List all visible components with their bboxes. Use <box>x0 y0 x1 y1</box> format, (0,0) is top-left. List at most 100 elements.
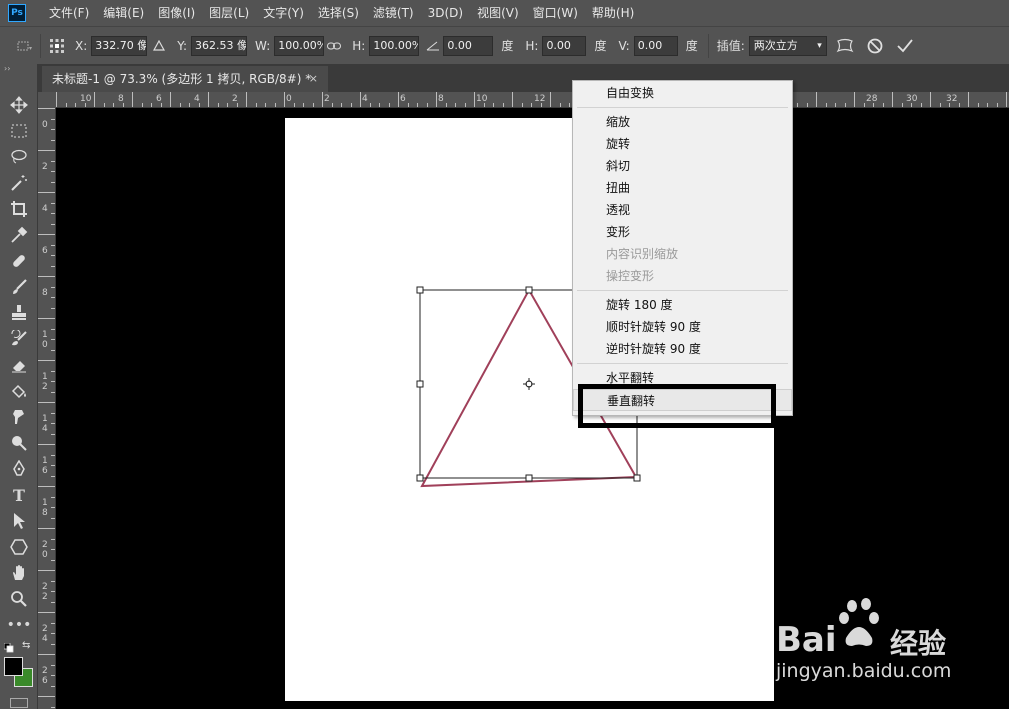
quick-mask-icon[interactable] <box>10 698 28 708</box>
angle-input[interactable]: 0.00 <box>443 35 494 56</box>
healing-brush-icon[interactable] <box>7 250 31 272</box>
menu-separator <box>577 107 788 108</box>
menu-item-skew[interactable]: 斜切 <box>573 155 792 177</box>
eyedropper-tool-icon[interactable] <box>7 224 31 246</box>
default-colors-icon[interactable] <box>3 642 14 653</box>
brush-tool-icon[interactable] <box>7 276 31 298</box>
menu-layer[interactable]: 图层(L) <box>202 0 256 26</box>
warp-mode-icon[interactable] <box>835 36 855 56</box>
menu-item-warp[interactable]: 变形 <box>573 221 792 243</box>
zoom-tool-icon[interactable] <box>7 588 31 610</box>
commit-transform-icon[interactable] <box>895 36 915 56</box>
ruler-tick <box>51 633 55 634</box>
menu-view[interactable]: 视图(V) <box>470 0 526 26</box>
menu-type[interactable]: 文字(Y) <box>256 0 311 26</box>
document-tab[interactable]: 未标题-1 @ 73.3% (多边形 1 拷贝, RGB/8#) * × <box>42 66 328 92</box>
ruler-tick <box>427 103 428 107</box>
ruler-tick <box>161 103 162 107</box>
menu-item-distort[interactable]: 扭曲 <box>573 177 792 199</box>
menu-window[interactable]: 窗口(W) <box>526 0 585 26</box>
menu-item-rotate[interactable]: 旋转 <box>573 133 792 155</box>
width-input[interactable]: 100.00% <box>274 35 325 56</box>
y-input[interactable]: 362.53 像素 <box>191 35 248 56</box>
delta-icon[interactable] <box>149 36 169 56</box>
close-icon[interactable]: × <box>309 66 318 92</box>
paint-bucket-icon[interactable] <box>7 380 31 402</box>
ruler-tick <box>38 108 55 109</box>
ruler-tick <box>38 528 55 529</box>
ruler-label: 0 <box>42 120 48 130</box>
ruler-label: 10 <box>42 330 48 350</box>
cancel-transform-icon[interactable] <box>865 36 885 56</box>
menu-3d[interactable]: 3D(D) <box>421 0 470 26</box>
ruler-tick <box>38 402 55 403</box>
vertical-ruler: 0 2 4 6 8 10 12 14 16 18 20 22 24 26 <box>38 108 56 709</box>
path-selection-icon[interactable] <box>7 510 31 532</box>
dodge-tool-icon[interactable] <box>7 432 31 454</box>
eraser-tool-icon[interactable] <box>7 354 31 376</box>
history-brush-icon[interactable] <box>7 328 31 350</box>
menu-item-free-transform[interactable]: 自由变换 <box>573 82 792 104</box>
menu-filter[interactable]: 滤镜(T) <box>366 0 421 26</box>
ruler-tick <box>51 245 55 246</box>
move-tool-icon[interactable] <box>7 94 31 116</box>
ruler-tick <box>51 591 55 592</box>
polygon-tool-icon[interactable] <box>7 536 31 558</box>
foreground-color-swatch[interactable] <box>4 657 23 676</box>
vskew-input[interactable]: 0.00 <box>633 35 678 56</box>
reference-point-icon[interactable] <box>523 378 535 390</box>
menu-item-rotate-90-ccw[interactable]: 逆时针旋转 90 度 <box>573 338 792 360</box>
more-tools-icon[interactable]: ••• <box>7 614 32 636</box>
crop-tool-icon[interactable] <box>7 198 31 220</box>
ruler-tick <box>845 103 846 107</box>
height-input[interactable]: 100.00% <box>369 35 420 56</box>
menu-item-scale[interactable]: 缩放 <box>573 111 792 133</box>
ruler-tick <box>51 287 55 288</box>
document-tab-strip: 未标题-1 @ 73.3% (多边形 1 拷贝, RGB/8#) * × <box>38 64 1009 92</box>
menu-item-rotate-180[interactable]: 旋转 180 度 <box>573 294 792 316</box>
ruler-tick <box>322 92 323 107</box>
smudge-tool-icon[interactable] <box>7 406 31 428</box>
magic-wand-icon[interactable] <box>7 172 31 194</box>
hskew-input[interactable]: 0.00 <box>542 35 587 56</box>
interpolation-select[interactable]: 两次立方 ▾ <box>748 35 827 56</box>
ruler-label: 12 <box>42 372 48 392</box>
lasso-tool-icon[interactable] <box>7 146 31 168</box>
ruler-tick <box>949 103 950 107</box>
ruler-tick <box>892 92 893 107</box>
ruler-tick <box>66 103 67 107</box>
ruler-tick <box>959 103 960 107</box>
pen-tool-icon[interactable] <box>7 458 31 480</box>
swap-colors-icon[interactable]: ⇆ <box>22 640 34 651</box>
menu-image[interactable]: 图像(I) <box>151 0 202 26</box>
ruler-label: 2 <box>324 94 330 104</box>
menu-item-perspective[interactable]: 透视 <box>573 199 792 221</box>
ruler-label: 2 <box>42 162 48 172</box>
hand-tool-icon[interactable] <box>7 562 31 584</box>
menu-file[interactable]: 文件(F) <box>42 0 96 26</box>
menu-select[interactable]: 选择(S) <box>311 0 366 26</box>
menu-item-rotate-90-cw[interactable]: 顺时针旋转 90 度 <box>573 316 792 338</box>
ruler-tick <box>51 224 55 225</box>
reference-point-icon[interactable] <box>47 36 67 56</box>
interpolation-value: 两次立方 <box>753 38 798 52</box>
menu-item-puppet-warp: 操控变形 <box>606 269 655 283</box>
link-icon[interactable] <box>324 36 344 56</box>
ruler-tick <box>38 654 55 655</box>
watermark-brand2: 经验 <box>890 627 947 660</box>
type-tool-icon[interactable]: T <box>7 484 31 506</box>
menu-help[interactable]: 帮助(H) <box>585 0 641 26</box>
hskew-label: H: <box>525 38 539 53</box>
ruler-tick <box>408 103 409 107</box>
collapse-icon[interactable]: ›› <box>4 64 10 73</box>
transform-tool-icon[interactable] <box>14 36 34 56</box>
ruler-tick <box>560 103 561 107</box>
clone-stamp-icon[interactable] <box>7 302 31 324</box>
interpolation-label: 插值: <box>716 39 745 53</box>
ruler-tick <box>522 103 523 107</box>
x-input[interactable]: 332.70 像素 <box>91 35 148 56</box>
ruler-tick <box>531 103 532 107</box>
ruler-tick <box>51 329 55 330</box>
marquee-tool-icon[interactable] <box>7 120 31 142</box>
menu-edit[interactable]: 编辑(E) <box>96 0 151 26</box>
